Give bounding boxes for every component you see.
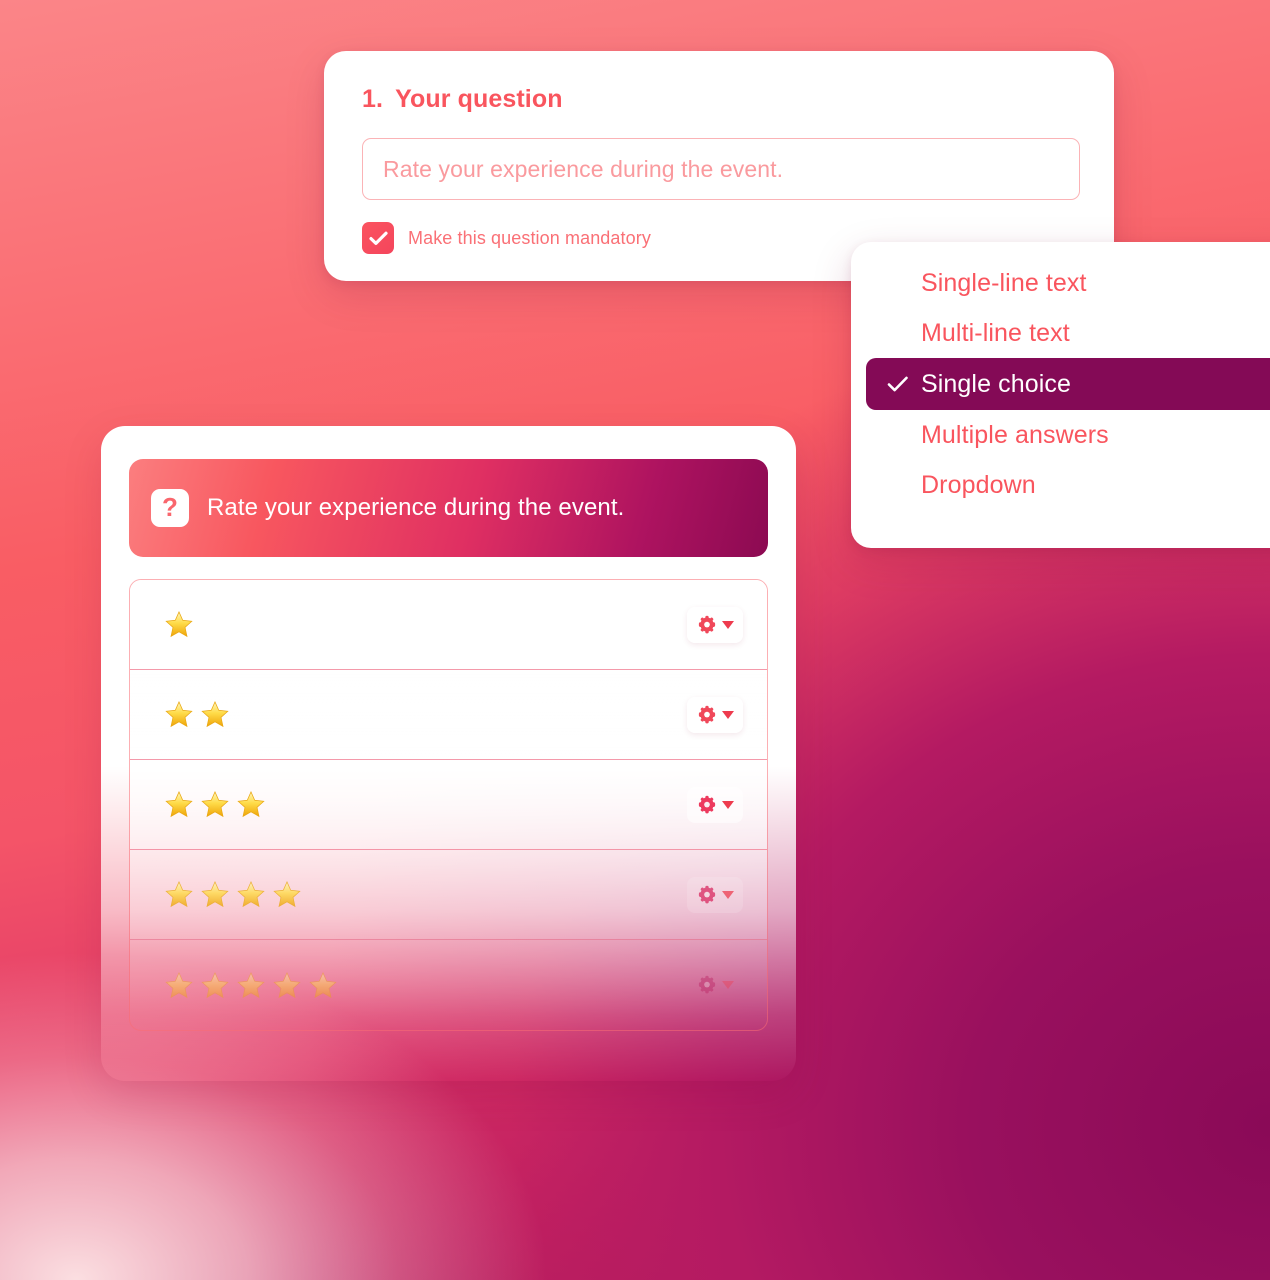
- star-icon: [201, 971, 229, 998]
- dropdown-item-label: Single-line text: [921, 268, 1087, 297]
- star-icon: [237, 791, 265, 818]
- dropdown-item-multiple-answers[interactable]: Multiple answers: [851, 410, 1270, 460]
- gear-icon: [698, 615, 715, 633]
- list-item[interactable]: [130, 850, 767, 940]
- rating-option-list: [129, 579, 768, 1031]
- star-icon: [201, 881, 229, 908]
- star-icon: [201, 791, 229, 818]
- question-preview-card: ? Rate your experience during the event.: [101, 426, 796, 1081]
- question-text-input[interactable]: Rate your experience during the event.: [362, 138, 1080, 200]
- star-icon: [273, 881, 301, 908]
- star-rating-3: [164, 790, 266, 819]
- question-mark-glyph: ?: [162, 492, 178, 522]
- list-item[interactable]: [130, 670, 767, 760]
- star-icon: [165, 971, 193, 998]
- star-icon: [237, 971, 265, 998]
- mandatory-checkbox-label: Make this question mandatory: [408, 227, 651, 248]
- mandatory-checkbox[interactable]: [362, 222, 394, 254]
- star-icon: [237, 881, 265, 908]
- dropdown-item-label: Dropdown: [921, 470, 1036, 499]
- star-rating-2: [164, 700, 230, 729]
- star-rating-5: [164, 971, 338, 1000]
- question-input-placeholder: Rate your experience during the event.: [383, 155, 784, 182]
- gear-icon: [698, 885, 715, 903]
- page-title: Your question: [395, 85, 563, 113]
- star-icon: [165, 701, 193, 728]
- dropdown-item-label: Single choice: [921, 369, 1072, 398]
- option-settings-button[interactable]: [687, 606, 743, 643]
- star-rating-4: [164, 880, 302, 909]
- check-icon: [887, 376, 909, 393]
- option-settings-button[interactable]: [687, 967, 743, 1003]
- gear-icon: [698, 975, 715, 994]
- star-icon: [165, 611, 193, 638]
- star-icon: [273, 971, 301, 998]
- question-title-row: 1. Your question: [362, 85, 1076, 114]
- option-settings-button[interactable]: [687, 786, 743, 823]
- dropdown-item-multi-line-text[interactable]: Multi-line text: [851, 308, 1270, 358]
- preview-question-header: ? Rate your experience during the event.: [129, 459, 768, 557]
- list-item[interactable]: [130, 760, 767, 850]
- gear-icon: [698, 795, 715, 813]
- option-settings-button[interactable]: [687, 696, 743, 733]
- gear-icon: [698, 705, 715, 723]
- option-settings-button[interactable]: [687, 876, 743, 913]
- star-icon: [309, 971, 337, 998]
- dropdown-item-label: Multi-line text: [921, 318, 1070, 347]
- question-number: 1.: [362, 85, 384, 113]
- question-mark-icon: ?: [151, 489, 189, 527]
- chevron-down-icon: [721, 710, 734, 719]
- star-icon: [201, 701, 229, 728]
- star-icon: [165, 881, 193, 908]
- chevron-down-icon: [721, 620, 734, 629]
- dropdown-item-label: Multiple answers: [921, 420, 1109, 449]
- star-rating-1: [164, 610, 194, 639]
- dropdown-item-dropdown[interactable]: Dropdown: [851, 460, 1270, 510]
- preview-question-text: Rate your experience during the event.: [207, 494, 625, 521]
- chevron-down-icon: [721, 981, 734, 989]
- star-icon: [165, 791, 193, 818]
- checkmark-icon: [368, 231, 388, 245]
- question-type-dropdown-menu[interactable]: Single-line text Multi-line text Single …: [851, 242, 1270, 548]
- dropdown-item-single-choice[interactable]: Single choice: [866, 358, 1270, 410]
- dropdown-item-single-line-text[interactable]: Single-line text: [851, 258, 1270, 308]
- chevron-down-icon: [721, 890, 734, 899]
- list-item[interactable]: [130, 940, 767, 1030]
- list-item[interactable]: [130, 580, 767, 670]
- chevron-down-icon: [721, 800, 734, 809]
